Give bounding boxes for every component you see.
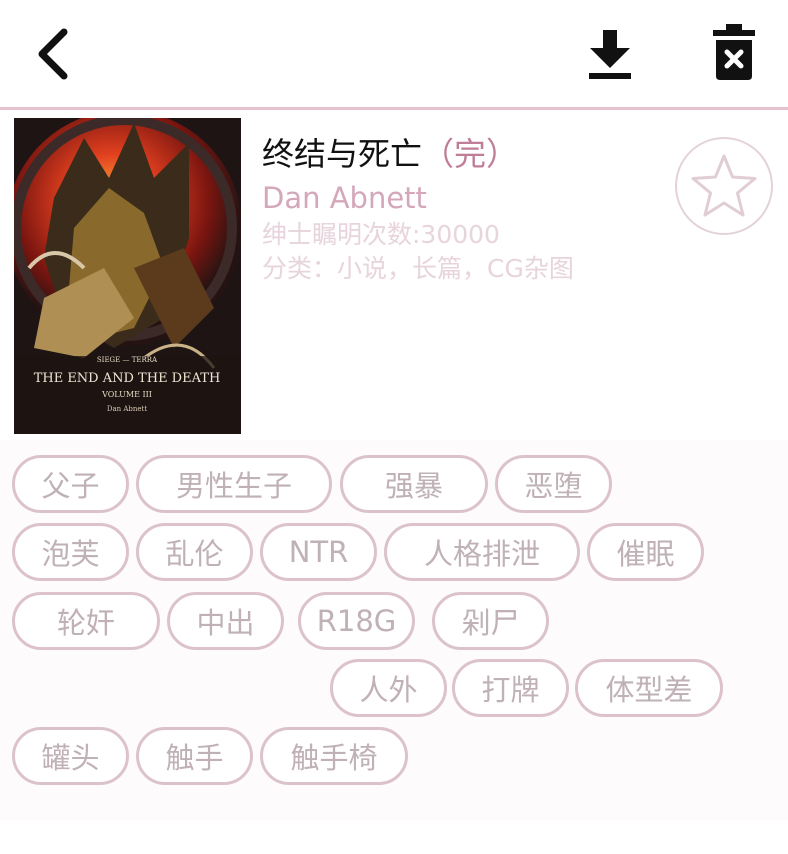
tag-chip[interactable]: 中出 [167,592,284,650]
view-count: 绅士瞩明次数:30000 [262,220,500,249]
cover-series: SIEGE — TERRA [97,356,158,364]
tag-chip[interactable]: NTR [260,523,377,581]
tag-chip[interactable]: R18G [298,592,415,650]
delete-button[interactable] [702,18,766,86]
tag-chip[interactable]: 催眠 [587,523,704,581]
tag-chip[interactable]: 人外 [330,659,447,717]
tag-chip[interactable]: 剁尸 [432,592,549,650]
top-bar [0,0,788,110]
tag-chip[interactable]: 父子 [12,455,129,513]
book-title-line: 终结与死亡（完） [262,130,672,178]
book-author[interactable]: Dan Abnett [262,178,672,218]
cover-volume: VOLUME III [101,390,152,399]
trash-icon [713,24,755,80]
tag-chip[interactable]: 打牌 [452,659,569,717]
book-category: 分类：小说，长篇，CG杂图 [262,254,574,283]
download-icon [589,30,631,79]
tag-chip[interactable]: 轮奸 [12,592,160,650]
download-button[interactable] [578,22,642,86]
book-info: 终结与死亡（完） Dan Abnett 绅士瞩明次数:30000 分类：小说，长… [262,130,672,286]
cover-author: Dan Abnett [107,405,148,413]
tag-chip[interactable]: 强暴 [340,455,488,513]
tag-chip[interactable]: 男性生子 [136,455,332,513]
book-title: 终结与死亡 [262,135,423,173]
tag-chip[interactable]: 乱伦 [136,523,253,581]
tag-chip[interactable]: 恶堕 [495,455,612,513]
tag-chip[interactable]: 触手椅 [260,727,408,785]
favorite-button[interactable] [675,137,773,235]
tag-chip[interactable]: 罐头 [12,727,129,785]
book-status: （完） [422,135,519,173]
cover-image: SIEGE — TERRA THE END AND THE DEATH VOLU… [14,118,241,434]
tag-chip[interactable]: 人格排泄 [384,523,580,581]
chevron-left-icon [38,28,68,80]
star-outline-icon [691,154,757,217]
back-button[interactable] [22,22,86,86]
tag-chip[interactable]: 体型差 [575,659,723,717]
cover-title: THE END AND THE DEATH [34,371,221,386]
tag-chip[interactable]: 泡芙 [12,523,129,581]
book-cover[interactable]: SIEGE — TERRA THE END AND THE DEATH VOLU… [14,118,241,434]
tag-chip[interactable]: 触手 [136,727,253,785]
